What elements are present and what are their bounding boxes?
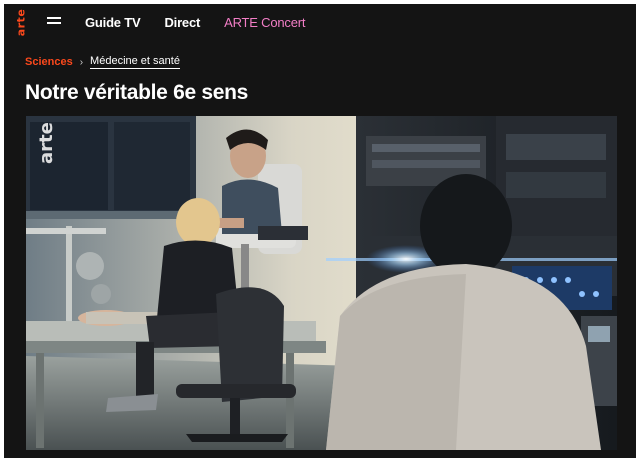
arte-logo-text: arte [14,8,28,36]
page: arte Guide TV Direct ARTE Concert Scienc… [0,0,640,462]
breadcrumb-category[interactable]: Sciences [25,56,73,68]
top-navigation-bar: arte Guide TV Direct ARTE Concert [4,4,636,40]
nav-arte-concert[interactable]: ARTE Concert [224,15,305,30]
arte-watermark: arte [36,122,57,164]
breadcrumb: Sciences › Médecine et santé [25,55,180,69]
breadcrumb-subcategory[interactable]: Médecine et santé [90,55,180,69]
page-title: Notre véritable 6e sens [25,81,249,104]
main-nav: Guide TV Direct ARTE Concert [85,4,329,40]
nav-direct[interactable]: Direct [164,15,200,30]
arte-logo[interactable]: arte [14,8,28,36]
nav-guide-tv[interactable]: Guide TV [85,15,141,30]
hamburger-menu-icon[interactable] [47,17,61,26]
breadcrumb-separator-icon: › [79,56,84,68]
arte-page: arte Guide TV Direct ARTE Concert Scienc… [4,4,636,458]
program-hero-image[interactable]: arte [26,116,617,450]
lab-scene-image: arte [26,116,617,450]
